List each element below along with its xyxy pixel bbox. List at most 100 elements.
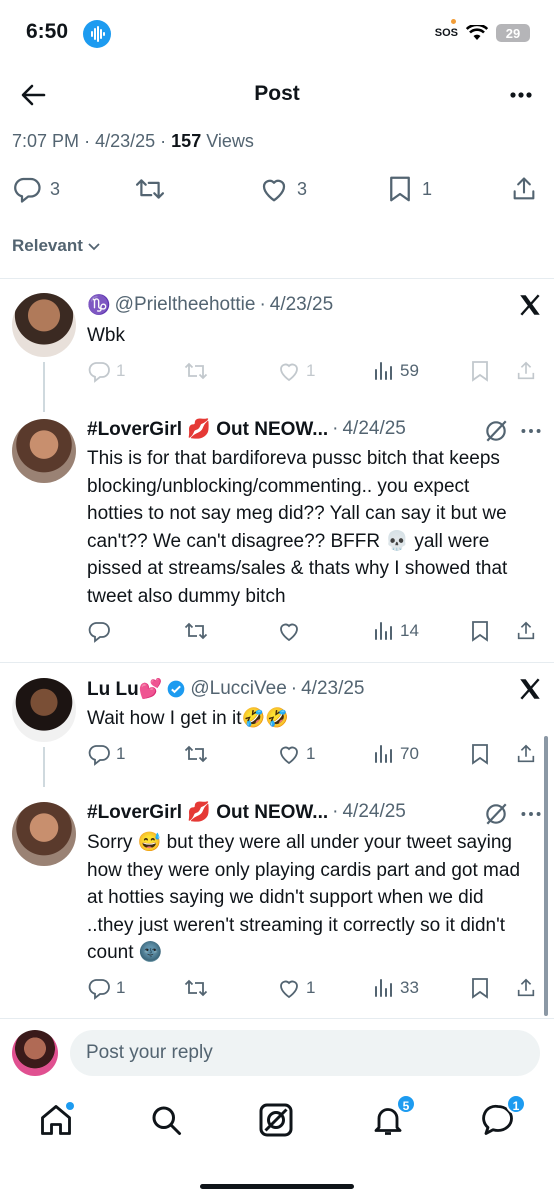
like-count: 1 — [306, 361, 316, 380]
reply-button[interactable] — [87, 619, 111, 643]
reply-button[interactable]: 1 — [87, 976, 125, 1000]
tab-grok[interactable] — [258, 1102, 294, 1138]
reply-composer: Post your reply — [0, 1018, 554, 1090]
bookmark-button[interactable] — [469, 976, 491, 1000]
chevron-down-icon — [88, 243, 100, 251]
my-avatar[interactable] — [12, 1030, 58, 1076]
like-button[interactable] — [277, 619, 301, 643]
scrollbar[interactable] — [544, 736, 548, 1016]
bookmark-icon — [472, 744, 488, 765]
like-button[interactable]: 1 — [277, 976, 315, 1000]
views-count: 70 — [400, 744, 419, 763]
share-icon — [517, 744, 535, 763]
grok-icon[interactable] — [483, 801, 509, 827]
retweet-button[interactable] — [183, 742, 209, 766]
views-count: 157 — [171, 131, 202, 151]
retweet-icon — [184, 622, 208, 640]
user-handle[interactable]: @LucciVee — [190, 678, 286, 700]
messages-badge: 1 — [506, 1094, 526, 1114]
share-button[interactable] — [515, 359, 537, 383]
display-name[interactable]: Lu Lu💕 — [87, 677, 162, 701]
more-icon[interactable] — [506, 80, 536, 110]
reply-button[interactable]: 1 — [87, 742, 125, 766]
like-count: 1 — [306, 744, 316, 763]
avatar[interactable] — [12, 802, 76, 866]
like-button[interactable]: 1 — [277, 359, 315, 383]
more-icon[interactable] — [518, 801, 544, 827]
views-button[interactable]: 33 — [373, 976, 419, 1000]
views-button[interactable]: 14 — [373, 619, 419, 643]
post-date: 4/23/25 — [95, 131, 156, 151]
retweet-button[interactable] — [134, 174, 166, 204]
reply-icon — [14, 177, 41, 203]
x-logo-icon[interactable] — [517, 292, 543, 318]
bookmark-button[interactable]: 1 — [386, 174, 432, 204]
tab-messages[interactable]: 1 — [480, 1094, 526, 1138]
share-icon — [517, 621, 535, 640]
bookmark-button[interactable] — [469, 742, 491, 766]
tweet-action-bar: 14 — [87, 619, 547, 649]
verified-icon — [168, 680, 185, 698]
grok-icon — [259, 1103, 293, 1137]
zodiac-icon: ♑ — [87, 295, 111, 316]
tweet-header: ♑ @Prieltheehottie · 4/23/25 — [87, 294, 334, 316]
share-button[interactable] — [510, 174, 538, 204]
heart-icon — [280, 980, 298, 999]
reply-count: 1 — [116, 744, 126, 763]
views-button[interactable]: 70 — [373, 742, 419, 766]
home-indicator — [200, 1184, 354, 1189]
avatar[interactable] — [12, 293, 76, 357]
x-logo-icon[interactable] — [517, 676, 543, 702]
share-icon — [513, 177, 535, 200]
avatar[interactable] — [12, 678, 76, 742]
reply-button[interactable]: 3 — [12, 174, 60, 204]
retweet-icon — [184, 979, 208, 997]
views-label[interactable]: Views — [206, 131, 254, 151]
views-button[interactable]: 59 — [373, 359, 419, 383]
avatar[interactable] — [12, 419, 76, 483]
heart-icon — [262, 179, 286, 202]
share-button[interactable] — [515, 742, 537, 766]
tweet-header: #LoverGirl 💋 Out NEOW... · 4/24/25 — [87, 800, 406, 824]
bookmark-button[interactable] — [469, 619, 491, 643]
sort-dropdown[interactable]: Relevant — [12, 236, 101, 256]
bookmark-icon — [472, 978, 488, 999]
like-button[interactable]: 3 — [259, 174, 307, 204]
bookmark-button[interactable] — [469, 359, 491, 383]
divider — [0, 1018, 554, 1019]
views-count: 59 — [400, 361, 419, 380]
heart-icon — [280, 623, 298, 642]
reply-icon — [88, 622, 110, 643]
heart-icon — [280, 746, 298, 765]
more-icon[interactable] — [518, 418, 544, 444]
retweet-button[interactable] — [183, 359, 209, 383]
reply-input[interactable]: Post your reply — [70, 1030, 540, 1076]
display-name[interactable]: #LoverGirl 💋 Out NEOW... — [87, 800, 328, 824]
grok-icon[interactable] — [483, 418, 509, 444]
battery-indicator: 29 — [496, 24, 530, 42]
bookmark-icon — [472, 621, 488, 642]
retweet-button[interactable] — [183, 976, 209, 1000]
retweet-icon — [184, 362, 208, 380]
tab-notifications[interactable]: 5 — [370, 1094, 416, 1138]
like-button[interactable]: 1 — [277, 742, 315, 766]
status-bar: 6:50 SOS 29 — [0, 0, 554, 66]
reply-count: 1 — [116, 361, 126, 380]
like-count: 1 — [306, 978, 316, 997]
bookmark-icon — [390, 176, 410, 202]
post-action-bar: 3 3 1 — [0, 170, 554, 210]
share-button[interactable] — [515, 976, 537, 1000]
tweet-date: 4/24/25 — [342, 801, 406, 822]
tab-home[interactable] — [38, 1102, 74, 1138]
display-name[interactable]: #LoverGirl 💋 Out NEOW... — [87, 417, 328, 441]
tab-search[interactable] — [148, 1102, 184, 1138]
tweet-date: 4/23/25 — [269, 294, 334, 315]
reply-button[interactable]: 1 — [87, 359, 125, 383]
tweet-action-bar: 1 1 59 — [87, 359, 547, 389]
user-handle[interactable]: @Prieltheehottie — [115, 294, 256, 316]
retweet-button[interactable] — [183, 619, 209, 643]
sort-label: Relevant — [12, 236, 83, 255]
reply-count: 3 — [50, 178, 61, 199]
share-button[interactable] — [515, 619, 537, 643]
views-count: 33 — [400, 978, 419, 997]
